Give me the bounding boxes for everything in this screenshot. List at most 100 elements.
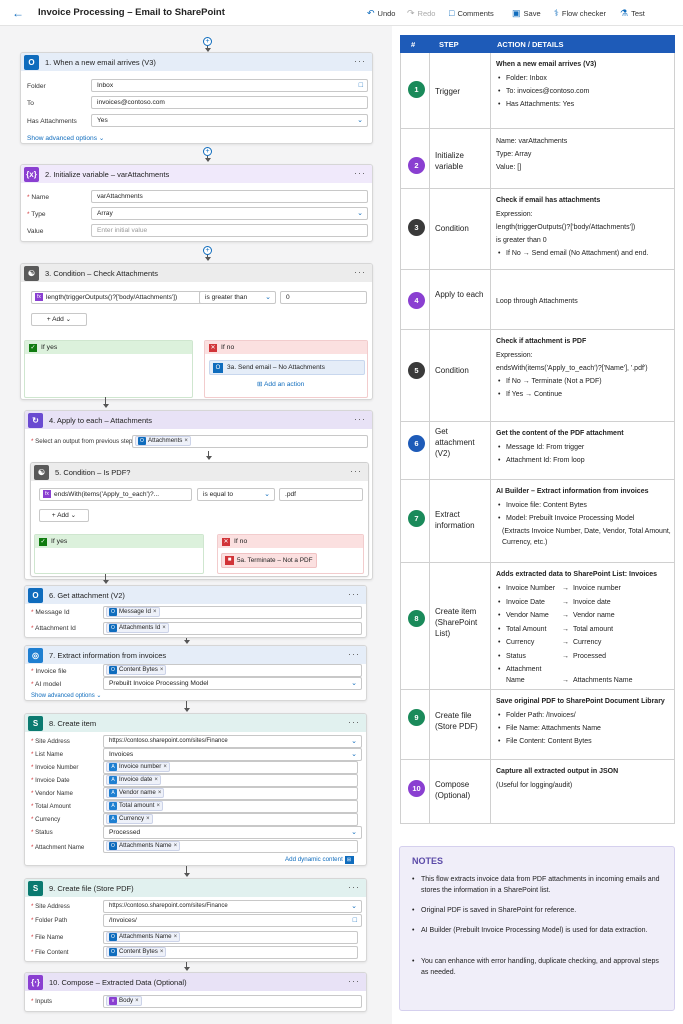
more-options-icon[interactable]: ···: [354, 168, 366, 178]
detail-line: Adds extracted data to SharePoint List: …: [496, 571, 658, 578]
extract-invoice-header[interactable]: ◎ 7. Extract information from invoices ·…: [25, 646, 366, 664]
get-attachment-card[interactable]: O 6. Get attachment (V2) ··· * Message I…: [24, 585, 367, 638]
step-details: Check if email has attachments Expression…: [496, 195, 672, 259]
more-options-icon[interactable]: ···: [348, 976, 360, 986]
message-id-field[interactable]: O Message Id ×: [103, 606, 362, 619]
compose-card[interactable]: {⋅} 10. Compose – Extracted Data (Option…: [24, 972, 367, 1012]
chevron-down-icon: ⌄: [264, 491, 270, 498]
invoice-number-field[interactable]: A Invoice number ×: [103, 761, 358, 774]
condition-value-field[interactable]: 0: [280, 291, 367, 304]
get-attachment-header[interactable]: O 6. Get attachment (V2) ···: [25, 586, 366, 604]
test-button[interactable]: ⚗ Test: [620, 8, 645, 19]
undo-button[interactable]: ↶ Undo: [367, 8, 395, 19]
remove-token-icon: ×: [153, 609, 157, 615]
file-content-field[interactable]: O Content Bytes ×: [103, 946, 358, 959]
add-condition-button[interactable]: + Add ⌄: [39, 509, 89, 522]
more-options-icon[interactable]: ···: [348, 589, 360, 599]
invoice-file-field[interactable]: O Content Bytes ×: [103, 664, 362, 677]
insert-step-plus-icon[interactable]: +: [203, 37, 212, 46]
loop-icon: ↻: [28, 412, 43, 428]
chevron-down-icon: ⌄: [357, 117, 363, 124]
remove-token-icon: ×: [162, 625, 166, 631]
detail-line: Has Attachments: Yes: [496, 99, 672, 110]
condition-operator-select[interactable]: is greater than ⌄: [199, 291, 276, 304]
ai-model-select[interactable]: Prebuilt Invoice Processing Model ⌄: [103, 677, 362, 690]
col-step-header: STEP: [439, 40, 459, 49]
more-options-icon[interactable]: ···: [350, 466, 362, 476]
trigger-header[interactable]: O 1. When a new email arrives (V3) ···: [21, 53, 372, 71]
comments-button[interactable]: □ Comments: [449, 8, 494, 18]
pdf-value-field[interactable]: .pdf: [279, 488, 363, 501]
invoice-date-field[interactable]: A Invoice date ×: [103, 774, 358, 787]
select-output-field[interactable]: O Attachments ×: [132, 435, 368, 448]
detail-line: When a new email arrives (V3): [496, 61, 597, 68]
insert-step-plus-icon[interactable]: +: [203, 147, 212, 156]
show-advanced-options-link[interactable]: Show advanced options ⌄: [31, 692, 101, 699]
detail-line: Message Id: From trigger: [496, 442, 672, 453]
create-file-header[interactable]: S 9. Create file (Store PDF) ···: [25, 879, 366, 897]
condition-attachments-card[interactable]: ☯ 3. Condition – Check Attachments ··· f…: [20, 263, 373, 400]
more-options-icon[interactable]: ···: [348, 649, 360, 659]
variable-type-select[interactable]: Array ⌄: [91, 207, 368, 220]
back-arrow-icon[interactable]: ←: [12, 7, 26, 19]
has-attachments-select[interactable]: Yes ⌄: [91, 114, 368, 127]
condition-attachments-header[interactable]: ☯ 3. Condition – Check Attachments ···: [21, 264, 372, 282]
redo-button[interactable]: ↷ Redo: [407, 8, 435, 19]
insert-step-plus-icon[interactable]: +: [203, 246, 212, 255]
remove-token-icon: ×: [173, 934, 178, 940]
condition-expression-field[interactable]: fx length(triggerOutputs()?['body/Attachm…: [31, 291, 216, 304]
total-amount-field[interactable]: A Total amount ×: [103, 800, 358, 813]
condition-pdf-header[interactable]: ☯ 5. Condition – Is PDF? ···: [31, 463, 368, 481]
add-dynamic-content-link[interactable]: Add dynamic content ⊞: [285, 856, 354, 864]
invoice-number-token: A Invoice number ×: [106, 762, 170, 772]
initialize-variable-card[interactable]: {x} 2. Initialize variable – varAttachme…: [20, 164, 373, 242]
file-name-field[interactable]: O Attachments Name ×: [103, 931, 358, 944]
list-name-select[interactable]: Invoices ⌄: [103, 748, 362, 761]
more-options-icon[interactable]: ···: [354, 267, 366, 277]
create-item-header[interactable]: S 8. Create item ···: [25, 714, 366, 732]
add-condition-button[interactable]: + Add ⌄: [31, 313, 87, 326]
attachment-name-field[interactable]: O Attachments Name ×: [103, 840, 358, 853]
flow-checker-button[interactable]: ⚕ Flow checker: [554, 8, 606, 19]
attachment-id-field[interactable]: O Attachments Id ×: [103, 622, 362, 635]
extract-invoice-card[interactable]: ◎ 7. Extract information from invoices ·…: [24, 645, 367, 701]
attachments-name-token: O Attachments Name ×: [106, 841, 181, 851]
create-item-card[interactable]: S 8. Create item ··· * Site Address http…: [24, 713, 367, 866]
folder-path-field[interactable]: /Invoices/□: [103, 914, 362, 927]
terminate-action[interactable]: ■ 5a. Terminate – Not a PDF: [221, 553, 317, 568]
detail-line: is greater than 0: [496, 237, 547, 244]
to-field[interactable]: invoices@contoso.com: [91, 96, 368, 109]
expression-fx-icon: fx: [35, 293, 43, 302]
create-file-card[interactable]: S 9. Create file (Store PDF) ··· * Site …: [24, 878, 367, 962]
send-email-action[interactable]: O 3a. Send email – No Attachments: [209, 360, 365, 375]
status-select[interactable]: Processed ⌄: [103, 826, 362, 839]
more-options-icon[interactable]: ···: [348, 717, 360, 727]
currency-field[interactable]: A Currency ×: [103, 813, 358, 826]
site-address-select[interactable]: https://contoso.sharepoint.com/sites/Fin…: [103, 735, 362, 748]
apply-to-each-header[interactable]: ↻ 4. Apply to each – Attachments ···: [25, 411, 372, 429]
pdf-operator-select[interactable]: is equal to ⌄: [197, 488, 275, 501]
attachment-id-token: O Attachments Id ×: [106, 623, 169, 633]
initialize-variable-header[interactable]: {x} 2. Initialize variable – varAttachme…: [21, 165, 372, 183]
apply-to-each-card[interactable]: ↻ 4. Apply to each – Attachments ··· * S…: [24, 410, 373, 580]
pdf-expression-field[interactable]: fx endsWith(items('Apply_to_each')?...: [39, 488, 192, 501]
detail-line: Loop through Attachments: [496, 298, 578, 305]
variable-value-field[interactable]: Enter initial value: [91, 224, 368, 237]
condition-pdf-card[interactable]: ☯ 5. Condition – Is PDF? ··· fx endsWith(…: [30, 462, 369, 577]
compose-header[interactable]: {⋅} 10. Compose – Extracted Data (Option…: [25, 973, 366, 991]
detail-line: Vendor Name→ Vendor name: [496, 610, 672, 621]
step-name: Extract information: [435, 510, 475, 530]
vendor-name-field[interactable]: A Vendor name ×: [103, 787, 358, 800]
save-button[interactable]: ▣ Save: [512, 8, 541, 19]
more-options-icon[interactable]: ···: [348, 882, 360, 892]
trigger-card[interactable]: O 1. When a new email arrives (V3) ··· F…: [20, 52, 373, 144]
more-options-icon[interactable]: ···: [354, 414, 366, 424]
more-options-icon[interactable]: ···: [354, 56, 366, 66]
add-action-link[interactable]: ⊞ Add an action: [257, 380, 304, 388]
folder-field[interactable]: Inbox □: [91, 79, 368, 92]
show-advanced-options-link[interactable]: Show advanced options ⌄: [27, 134, 104, 142]
detail-line: Folder: Inbox: [496, 73, 672, 84]
variable-name-field[interactable]: varAttachments: [91, 190, 368, 203]
compose-inputs-field[interactable]: v Body ×: [103, 995, 362, 1008]
site-address-select[interactable]: https://contoso.sharepoint.com/sites/Fin…: [103, 900, 362, 913]
